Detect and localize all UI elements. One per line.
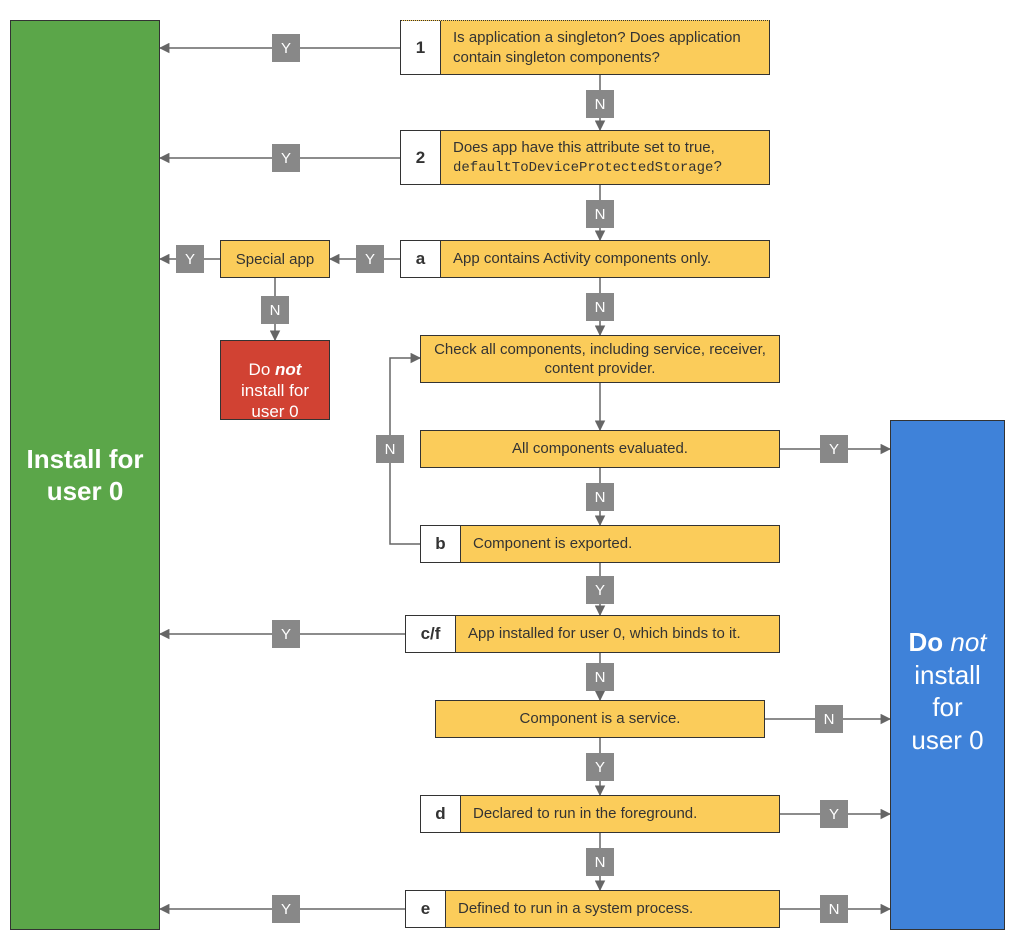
node-text: App installed for user 0, which binds to… xyxy=(456,616,779,652)
node-number: a xyxy=(401,241,441,277)
node-number: b xyxy=(421,526,461,562)
edge-label-y: Y xyxy=(586,753,614,781)
node-number: 2 xyxy=(401,131,441,184)
edge-label-n: N xyxy=(586,848,614,876)
edge-label-y: Y xyxy=(356,245,384,273)
decision-installed-binds: c/f App installed for user 0, which bind… xyxy=(405,615,780,653)
edge-label-n: N xyxy=(820,895,848,923)
endpoint-do-not-install-red: Do not install for user 0 xyxy=(220,340,330,420)
node-text: Declared to run in the foreground. xyxy=(461,796,779,832)
edge-label-n: N xyxy=(586,483,614,511)
endpoint-install-label: Install for user 0 xyxy=(26,443,143,508)
edge-label-y: Y xyxy=(820,800,848,828)
node-text: Component is exported. xyxy=(461,526,779,562)
node-text: Defined to run in a system process. xyxy=(446,891,779,927)
decision-special-app: Special app xyxy=(220,240,330,278)
red-label: Do not install for user 0 xyxy=(241,338,309,423)
edge-label-y: Y xyxy=(586,576,614,604)
edge-label-n: N xyxy=(586,90,614,118)
endpoint-donot-label: Do not install for user 0 xyxy=(897,594,998,757)
node-number: 1 xyxy=(401,21,441,74)
endpoint-do-not-install-user0: Do not install for user 0 xyxy=(890,420,1005,930)
node-text: App contains Activity components only. xyxy=(441,241,769,277)
process-check-all-components: Check all components, including service,… xyxy=(420,335,780,383)
edge-label-y: Y xyxy=(272,34,300,62)
edge-label-n: N xyxy=(586,293,614,321)
decision-component-is-service: Component is a service. xyxy=(435,700,765,738)
edge-label-n: N xyxy=(815,705,843,733)
node-text: Component is a service. xyxy=(436,701,764,737)
node-text: Check all components, including service,… xyxy=(421,336,779,382)
decision-system-process: e Defined to run in a system process. xyxy=(405,890,780,928)
node-number: d xyxy=(421,796,461,832)
edge-label-n: N xyxy=(261,296,289,324)
edge-label-y: Y xyxy=(272,144,300,172)
edge-label-n: N xyxy=(586,663,614,691)
decision-all-evaluated: All components evaluated. xyxy=(420,430,780,468)
decision-activity-only: a App contains Activity components only. xyxy=(400,240,770,278)
node-number: c/f xyxy=(406,616,456,652)
edge-label-n: N xyxy=(376,435,404,463)
node-text: All components evaluated. xyxy=(421,431,779,467)
endpoint-install-user0: Install for user 0 xyxy=(10,20,160,930)
decision-component-exported: b Component is exported. xyxy=(420,525,780,563)
edge-label-n: N xyxy=(586,200,614,228)
edge-label-y: Y xyxy=(820,435,848,463)
node-text: Does app have this attribute set to true… xyxy=(441,131,769,184)
node-number: e xyxy=(406,891,446,927)
node-text: Is application a singleton? Does applica… xyxy=(441,21,769,74)
edge-label-y: Y xyxy=(176,245,204,273)
special-app-label: Special app xyxy=(236,251,314,268)
decision-foreground: d Declared to run in the foreground. xyxy=(420,795,780,833)
decision-defaultToDeviceProtectedStorage: 2 Does app have this attribute set to tr… xyxy=(400,130,770,185)
edge-label-y: Y xyxy=(272,620,300,648)
decision-singleton: 1 Is application a singleton? Does appli… xyxy=(400,20,770,75)
edge-label-y: Y xyxy=(272,895,300,923)
